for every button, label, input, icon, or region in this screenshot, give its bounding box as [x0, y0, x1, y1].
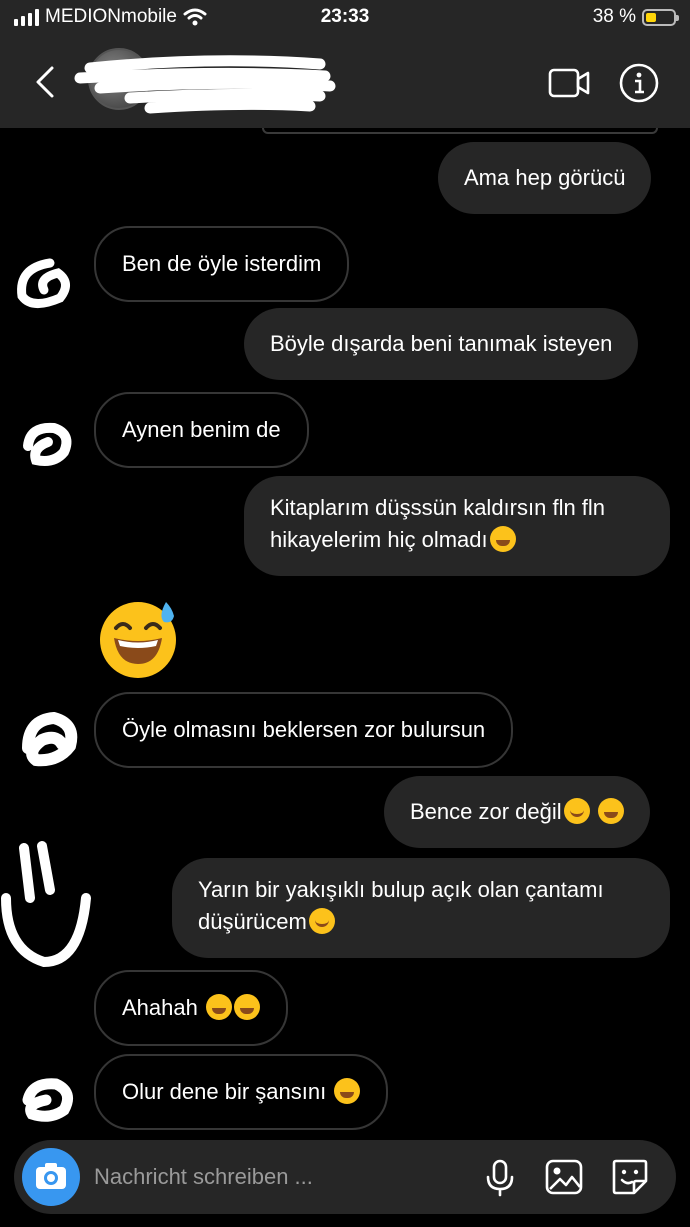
grinning-sweat-emoji [597, 798, 624, 824]
sender-avatar-scribble [17, 258, 70, 308]
sender-avatar-scribble [22, 1078, 74, 1122]
message-outgoing[interactable]: Bence zor değil [384, 776, 650, 848]
status-bar: MEDIONmobile 23:33 38 % [0, 0, 690, 36]
message-composer [14, 1140, 676, 1214]
info-icon[interactable] [618, 62, 660, 104]
message-outgoing[interactable]: Kitaplarım düşssün kaldırsın fln fln hik… [244, 476, 670, 576]
redaction-scribble [74, 55, 336, 114]
sticker-icon[interactable] [610, 1157, 650, 1197]
battery-fill [646, 12, 656, 22]
status-time: 23:33 [320, 6, 370, 27]
message-text: Öyle olmasını beklersen zor bulursun [122, 717, 486, 742]
message-outgoing[interactable]: Böyle dışarda beni tanımak isteyen [244, 308, 639, 380]
message-text: Ahahah [122, 995, 198, 1020]
battery-icon [642, 8, 679, 26]
header-actions [548, 62, 660, 104]
status-right: 38 % [592, 6, 679, 28]
sender-avatar-scribble [1, 841, 91, 968]
message-text: Ama hep görücü [464, 165, 626, 190]
message-text-line: Kitaplarım düşssün kaldırsın fln fln [270, 495, 606, 520]
message-text: Aynen benim de [122, 417, 281, 442]
chat-header [0, 36, 690, 128]
message-text: Bence zor değil [410, 799, 562, 824]
message-outgoing[interactable]: Yarın bir yakışıklı bulup açık olan çant… [172, 858, 670, 958]
gallery-icon[interactable] [544, 1157, 584, 1197]
sender-avatar-scribble [23, 422, 72, 466]
camera-icon [36, 1163, 66, 1189]
message-incoming[interactable]: Öyle olmasını beklersen zor bulursun [94, 692, 514, 768]
smiling-blush-emoji [563, 798, 590, 824]
microphone-icon[interactable] [480, 1157, 520, 1197]
message-incoming[interactable]: Olur dene bir şansını [94, 1054, 389, 1130]
camera-button[interactable] [22, 1148, 80, 1206]
message-text-line: düşürücem [198, 906, 644, 938]
grinning-sweat-emoji[interactable] [98, 598, 180, 680]
previous-message-edge [262, 128, 658, 134]
message-text: Olur dene bir şansını [122, 1079, 327, 1104]
message-list[interactable]: Ama hep görücü Ben de öyle isterdim Böyl… [0, 128, 690, 1138]
message-incoming[interactable]: Ben de öyle isterdim [94, 226, 350, 302]
message-text-line: Yarın bir yakışıklı bulup açık olan çant… [198, 877, 604, 902]
slight-smile-emoji [308, 908, 335, 934]
message-incoming[interactable]: Aynen benim de [94, 392, 309, 468]
message-input[interactable] [94, 1140, 474, 1214]
sender-avatar-scribble [22, 711, 78, 767]
message-outgoing[interactable]: Ama hep görücü [438, 142, 652, 214]
message-incoming[interactable]: Ahahah [94, 970, 288, 1046]
tears-of-joy-emoji [233, 994, 260, 1020]
message-text: Böyle dışarda beni tanımak isteyen [270, 331, 613, 356]
grinning-sweat-emoji [489, 526, 516, 552]
message-text: Ben de öyle isterdim [122, 251, 322, 276]
tears-of-joy-emoji [334, 1078, 361, 1104]
tears-of-joy-emoji [205, 994, 232, 1020]
video-camera-icon[interactable] [548, 62, 590, 104]
message-text-line: hikayelerim hiç olmadı [270, 524, 644, 556]
battery-percent: 38 % [592, 6, 636, 27]
chevron-left-icon[interactable] [30, 60, 64, 104]
